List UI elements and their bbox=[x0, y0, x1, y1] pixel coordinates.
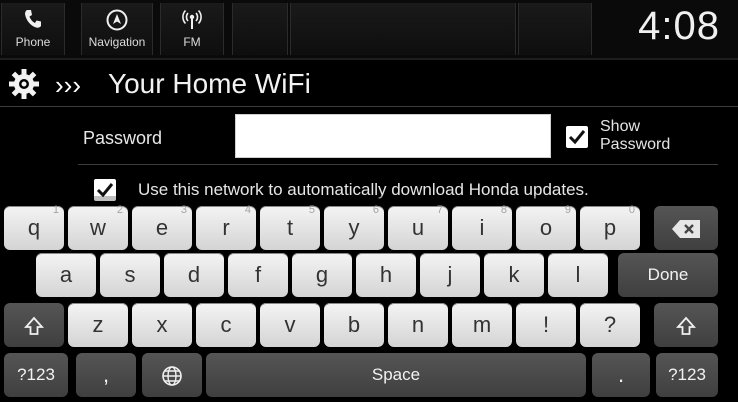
show-password-label-line2: Password bbox=[600, 136, 671, 153]
key-f[interactable]: f bbox=[228, 253, 288, 297]
key-o[interactable]: o9 bbox=[516, 204, 576, 250]
key-t[interactable]: t5 bbox=[260, 204, 320, 250]
done-key[interactable]: Done bbox=[618, 253, 718, 297]
space-key[interactable]: Space bbox=[206, 353, 586, 397]
key-g[interactable]: g bbox=[292, 253, 352, 297]
checkmark-icon bbox=[568, 130, 586, 145]
key-question[interactable]: ? bbox=[580, 303, 640, 347]
key-m[interactable]: m bbox=[452, 303, 512, 347]
key-y[interactable]: y6 bbox=[324, 204, 384, 250]
tab-empty-2[interactable] bbox=[290, 3, 516, 55]
tab-navigation[interactable]: Navigation bbox=[81, 3, 153, 55]
onscreen-keyboard: q1 w2 e3 r4 t5 y6 u7 i8 o9 p0 a s d f g … bbox=[0, 196, 738, 402]
key-z[interactable]: z bbox=[68, 303, 128, 347]
show-password-checkbox[interactable] bbox=[566, 126, 588, 148]
language-key[interactable] bbox=[142, 353, 202, 397]
key-b[interactable]: b bbox=[324, 303, 384, 347]
backspace-key[interactable] bbox=[654, 206, 718, 250]
key-p[interactable]: p0 bbox=[580, 204, 640, 250]
chevrons-right-icon: ››› bbox=[55, 70, 81, 100]
comma-key[interactable]: , bbox=[76, 353, 136, 397]
key-j[interactable]: j bbox=[420, 253, 480, 297]
period-key[interactable]: . bbox=[592, 353, 650, 397]
key-l[interactable]: l bbox=[548, 253, 608, 297]
key-w[interactable]: w2 bbox=[68, 204, 128, 250]
show-password-label: Show Password bbox=[600, 118, 670, 154]
gear-icon bbox=[9, 69, 39, 99]
key-r[interactable]: r4 bbox=[196, 204, 256, 250]
symbols-key-left[interactable]: ?123 bbox=[4, 353, 68, 397]
key-x[interactable]: x bbox=[132, 303, 192, 347]
phone-icon bbox=[25, 10, 41, 28]
header-divider bbox=[0, 106, 738, 107]
radio-icon bbox=[182, 9, 202, 29]
show-password-label-line1: Show bbox=[600, 118, 641, 135]
key-e[interactable]: e3 bbox=[132, 204, 192, 250]
key-n[interactable]: n bbox=[388, 303, 448, 347]
key-s[interactable]: s bbox=[100, 253, 160, 297]
key-v[interactable]: v bbox=[260, 303, 320, 347]
form-divider bbox=[78, 164, 718, 165]
shift-key-left[interactable] bbox=[4, 303, 64, 347]
tab-fm[interactable]: FM bbox=[160, 3, 224, 55]
key-k[interactable]: k bbox=[484, 253, 544, 297]
key-c[interactable]: c bbox=[196, 303, 256, 347]
status-bar: Phone Navigation FM 4:08 bbox=[0, 0, 738, 60]
key-exclamation[interactable]: ! bbox=[516, 303, 576, 347]
key-u[interactable]: u7 bbox=[388, 204, 448, 250]
key-d[interactable]: d bbox=[164, 253, 224, 297]
password-field[interactable] bbox=[235, 114, 551, 158]
navigation-icon bbox=[106, 9, 128, 31]
globe-icon bbox=[162, 365, 182, 386]
tab-navigation-label: Navigation bbox=[88, 35, 146, 49]
tab-phone-label: Phone bbox=[15, 35, 51, 49]
tab-empty-3[interactable] bbox=[518, 3, 592, 55]
key-i[interactable]: i8 bbox=[452, 204, 512, 250]
shift-icon bbox=[23, 316, 45, 335]
password-label: Password bbox=[83, 128, 163, 148]
shift-icon bbox=[675, 316, 697, 335]
key-h[interactable]: h bbox=[356, 253, 416, 297]
key-q[interactable]: q1 bbox=[4, 204, 64, 250]
page-header: ››› Your Home WiFi bbox=[0, 62, 738, 106]
backspace-icon bbox=[672, 219, 700, 238]
tab-phone[interactable]: Phone bbox=[1, 3, 65, 55]
page-title: Your Home WiFi bbox=[108, 68, 311, 99]
symbols-key-right[interactable]: ?123 bbox=[656, 353, 718, 397]
shift-key-right[interactable] bbox=[654, 303, 718, 347]
tab-empty-1[interactable] bbox=[232, 3, 288, 55]
tab-fm-label: FM bbox=[183, 35, 201, 49]
key-a[interactable]: a bbox=[36, 253, 96, 297]
clock: 4:08 bbox=[638, 4, 720, 48]
